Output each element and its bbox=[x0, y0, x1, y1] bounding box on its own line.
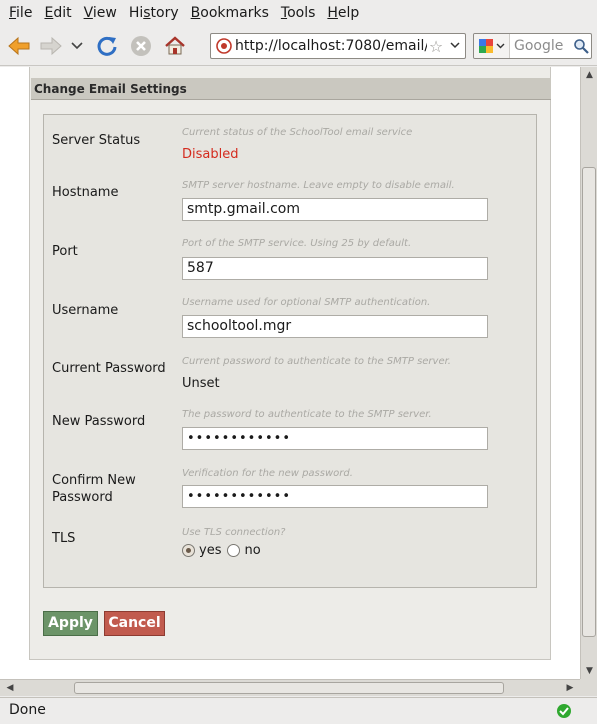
stop-button[interactable] bbox=[126, 31, 156, 61]
tls-yes-label[interactable]: yes bbox=[199, 543, 221, 558]
back-button[interactable] bbox=[4, 31, 34, 61]
tls-no-label[interactable]: no bbox=[244, 543, 260, 558]
site-identity-icon[interactable] bbox=[213, 35, 235, 57]
home-icon bbox=[165, 35, 185, 54]
username-input[interactable]: schooltool.mgr bbox=[182, 315, 488, 338]
menu-view[interactable]: View bbox=[78, 0, 123, 26]
username-hint: Username used for optional SMTP authenti… bbox=[182, 297, 431, 308]
search-input[interactable]: Google bbox=[510, 38, 571, 54]
menu-help[interactable]: Help bbox=[321, 0, 365, 26]
scroll-right-arrow-icon[interactable]: ▶ bbox=[562, 680, 578, 696]
section-title: Change Email Settings bbox=[31, 78, 551, 100]
bookmark-star-icon[interactable]: ☆ bbox=[427, 37, 445, 56]
vertical-scroll-thumb[interactable] bbox=[582, 167, 596, 637]
reload-icon bbox=[97, 36, 117, 56]
status-text: Done bbox=[9, 702, 46, 718]
menu-file[interactable]: File bbox=[3, 0, 38, 26]
horizontal-scrollbar[interactable]: ◀ ▶ bbox=[0, 679, 580, 696]
scroll-down-arrow-icon[interactable]: ▼ bbox=[581, 663, 597, 679]
menu-tools[interactable]: Tools bbox=[275, 0, 322, 26]
forward-arrow-icon bbox=[40, 36, 62, 55]
tls-hint: Use TLS connection? bbox=[182, 527, 286, 538]
hostname-label: Hostname bbox=[52, 185, 119, 200]
url-text[interactable]: http://localhost:7080/email/s bbox=[235, 38, 427, 54]
new-password-input[interactable]: •••••••••••• bbox=[182, 427, 488, 450]
back-arrow-icon bbox=[8, 36, 30, 55]
new-password-hint: The password to authenticate to the SMTP… bbox=[182, 409, 432, 420]
new-password-label: New Password bbox=[52, 414, 146, 429]
forward-button[interactable] bbox=[36, 31, 66, 61]
menu-bar: File Edit View History Bookmarks Tools H… bbox=[0, 0, 597, 26]
navigation-toolbar: http://localhost:7080/email/s ☆ Google bbox=[0, 26, 597, 66]
server-status-hint: Current status of the SchoolTool email s… bbox=[182, 127, 413, 138]
username-label: Username bbox=[52, 303, 119, 318]
scrollbar-corner bbox=[580, 679, 597, 696]
scroll-up-arrow-icon[interactable]: ▲ bbox=[581, 67, 597, 83]
search-bar[interactable]: Google bbox=[473, 33, 592, 59]
history-dropdown-button[interactable] bbox=[68, 31, 86, 61]
tls-no-radio[interactable] bbox=[227, 544, 241, 557]
confirm-password-hint: Verification for the new password. bbox=[182, 468, 353, 479]
status-bar: Done bbox=[0, 697, 597, 724]
vertical-scrollbar[interactable]: ▲ ▼ bbox=[580, 67, 597, 679]
scroll-left-arrow-icon[interactable]: ◀ bbox=[2, 680, 18, 696]
server-status-value: Disabled bbox=[182, 147, 239, 162]
tls-radio-group: yes no bbox=[182, 543, 261, 558]
hostname-hint: SMTP server hostname. Leave empty to dis… bbox=[182, 180, 455, 191]
horizontal-scroll-thumb[interactable] bbox=[74, 682, 504, 694]
confirm-password-label: Confirm New Password bbox=[52, 473, 136, 505]
menu-bookmarks[interactable]: Bookmarks bbox=[185, 0, 275, 26]
server-status-label: Server Status bbox=[52, 133, 141, 148]
address-bar[interactable]: http://localhost:7080/email/s ☆ bbox=[210, 33, 466, 59]
check-icon bbox=[557, 704, 571, 718]
home-button[interactable] bbox=[160, 31, 190, 61]
port-hint: Port of the SMTP service. Using 25 by de… bbox=[182, 238, 412, 249]
search-icon[interactable] bbox=[571, 36, 591, 56]
search-engine-selector[interactable] bbox=[474, 34, 510, 58]
cancel-button[interactable]: Cancel bbox=[104, 611, 165, 636]
google-icon bbox=[479, 39, 493, 53]
stop-icon bbox=[131, 35, 151, 56]
confirm-password-input[interactable]: •••••••••••• bbox=[182, 485, 488, 508]
port-label: Port bbox=[52, 244, 78, 259]
chevron-down-icon bbox=[496, 43, 505, 49]
apply-button[interactable]: Apply bbox=[43, 611, 98, 636]
url-dropdown-icon[interactable] bbox=[445, 41, 465, 52]
tls-label: TLS bbox=[52, 531, 76, 546]
current-password-label: Current Password bbox=[52, 361, 166, 376]
tls-yes-radio[interactable] bbox=[182, 544, 195, 557]
hostname-input[interactable]: smtp.gmail.com bbox=[182, 198, 488, 221]
port-input[interactable]: 587 bbox=[182, 257, 488, 280]
reload-button[interactable] bbox=[92, 31, 122, 61]
current-password-value: Unset bbox=[182, 376, 220, 391]
chevron-down-icon bbox=[71, 41, 83, 49]
menu-edit[interactable]: Edit bbox=[38, 0, 77, 26]
current-password-hint: Current password to authenticate to the … bbox=[182, 356, 451, 367]
menu-history[interactable]: History bbox=[123, 0, 185, 26]
